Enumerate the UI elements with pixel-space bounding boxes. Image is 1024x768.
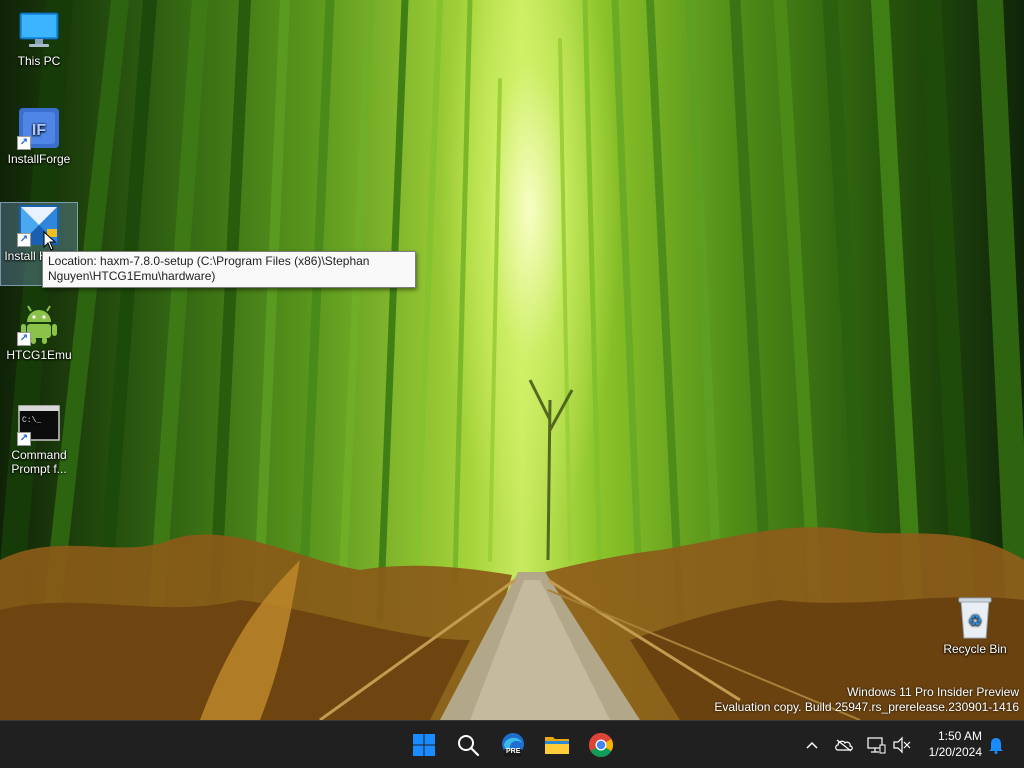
desktop-wallpaper bbox=[0, 0, 1024, 720]
desktop-icon-label: HTCG1Emu bbox=[6, 348, 72, 362]
monitor-icon bbox=[17, 8, 61, 52]
shortcut-arrow-icon: ↗ bbox=[17, 332, 31, 346]
svg-text:C:\_: C:\_ bbox=[22, 416, 41, 425]
svg-text:♻: ♻ bbox=[968, 611, 982, 630]
shortcut-arrow-icon: ↗ bbox=[17, 136, 31, 150]
shortcut-arrow-icon: ↗ bbox=[17, 233, 31, 247]
file-explorer-button[interactable] bbox=[541, 729, 573, 761]
desktop-icon-command-prompt[interactable]: C:\_ ↗ Command Prompt f... bbox=[1, 402, 77, 476]
file-explorer-icon bbox=[545, 737, 569, 754]
haxm-installer-icon: ↗ bbox=[17, 203, 61, 251]
shortcut-arrow-icon: ↗ bbox=[17, 432, 31, 446]
show-hidden-icons-button[interactable] bbox=[801, 734, 823, 756]
taskbar: PRE 1:50 AM 1/20/2024 bbox=[0, 720, 1024, 768]
notifications-button[interactable] bbox=[985, 734, 1007, 756]
search-button[interactable] bbox=[452, 729, 484, 761]
watermark-edition: Windows 11 Pro Insider Preview bbox=[847, 685, 1019, 699]
volume-button[interactable] bbox=[891, 734, 913, 756]
chrome-button[interactable] bbox=[585, 729, 617, 761]
start-button[interactable] bbox=[408, 729, 440, 761]
command-prompt-icon: C:\_ ↗ bbox=[17, 402, 61, 446]
notification-bell-icon bbox=[989, 738, 1003, 754]
location-tooltip: Location: haxm-7.8.0-setup (C:\Program F… bbox=[42, 251, 416, 288]
chrome-icon bbox=[588, 733, 614, 758]
desktop-icon-label: InstallForge bbox=[7, 152, 71, 166]
network-icon bbox=[867, 737, 886, 754]
android-icon: ↗ bbox=[17, 302, 61, 346]
clock-time: 1:50 AM bbox=[937, 729, 982, 743]
desktop-icon-label: Command Prompt f... bbox=[11, 448, 67, 476]
clock[interactable]: 1:50 AM 1/20/2024 bbox=[929, 728, 982, 760]
bamboo-forest-image bbox=[0, 0, 1024, 720]
onedrive-icon bbox=[835, 739, 853, 752]
search-icon bbox=[458, 735, 480, 757]
edge-pre-badge: PRE bbox=[506, 748, 521, 755]
desktop-icon-this-pc[interactable]: This PC bbox=[1, 8, 77, 68]
network-button[interactable] bbox=[865, 734, 887, 756]
desktop-icon-htcg1emu[interactable]: ↗ HTCG1Emu bbox=[1, 302, 77, 362]
edge-beta-button[interactable]: PRE bbox=[497, 729, 529, 761]
watermark-build: Evaluation copy. Build 25947.rs_prerelea… bbox=[714, 700, 1019, 714]
desktop-icon-recycle-bin[interactable]: ♻ Recycle Bin bbox=[937, 596, 1013, 656]
desktop-icon-installforge[interactable]: IF ↗ InstallForge bbox=[1, 106, 77, 166]
chevron-up-icon bbox=[806, 741, 818, 749]
recycle-bin-icon: ♻ bbox=[953, 596, 997, 640]
mouse-cursor-icon bbox=[43, 231, 57, 251]
svg-text:IF: IF bbox=[32, 122, 46, 139]
installforge-icon: IF ↗ bbox=[17, 106, 61, 150]
volume-muted-icon bbox=[893, 736, 911, 754]
desktop-icon-label: Recycle Bin bbox=[943, 642, 1007, 656]
start-icon bbox=[413, 734, 435, 756]
onedrive-button[interactable] bbox=[833, 734, 855, 756]
windows-watermark: Windows 11 Pro Insider Preview Evaluatio… bbox=[714, 685, 1019, 715]
clock-date: 1/20/2024 bbox=[928, 745, 982, 759]
desktop-icon-label: This PC bbox=[17, 54, 61, 68]
